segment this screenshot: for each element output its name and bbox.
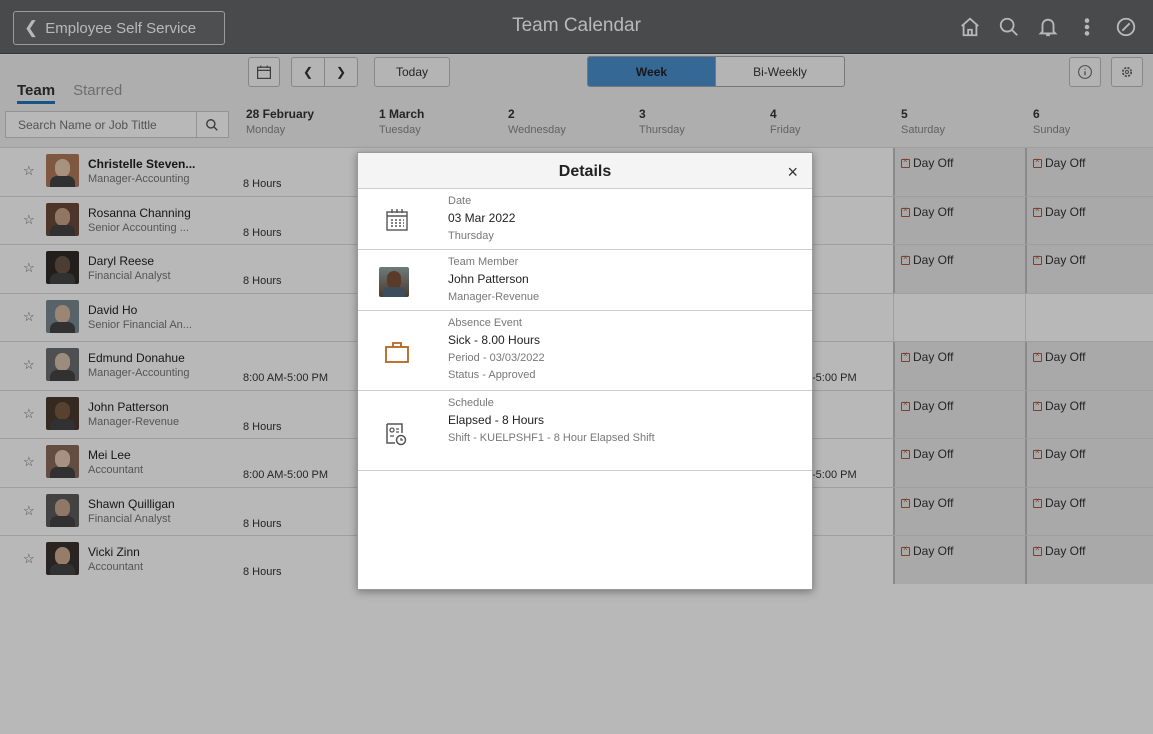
briefcase-icon [385,342,409,363]
schedule-value: Elapsed - 8 Hours [448,413,545,427]
dialog-title: Details [558,163,612,180]
team-member-job: Manager-Revenue [448,291,540,303]
schedule-label: Schedule [448,397,494,409]
absence-label: Absence Event [448,317,522,329]
close-icon[interactable]: × [787,162,798,183]
team-member-section: Team Member John Patterson Manager-Reven… [358,250,812,311]
schedule-icon [386,423,407,446]
absence-period: Period - 03/03/2022 [448,352,545,364]
date-section: Date 03 Mar 2022 Thursday [358,189,812,250]
absence-value: Sick - 8.00 Hours [448,333,541,347]
date-label: Date [448,195,472,207]
absence-section: Absence Event Sick - 8.00 Hours Period -… [358,311,812,391]
avatar [379,267,409,297]
absence-status: Status - Approved [448,369,536,381]
schedule-shift: Shift - KUELPSHF1 - 8 Hour Elapsed Shift [448,432,655,444]
schedule-section: Schedule Elapsed - 8 Hours Shift - KUELP… [358,391,812,471]
date-value: 03 Mar 2022 [448,211,516,225]
date-weekday: Thursday [448,230,494,242]
team-member-name: John Patterson [448,272,529,286]
dialog-header: Details × [358,153,812,189]
details-dialog: Details × Date 03 Mar 2022 Thursday Team… [357,152,813,590]
calendar-icon [386,209,408,231]
team-member-label: Team Member [448,256,519,268]
